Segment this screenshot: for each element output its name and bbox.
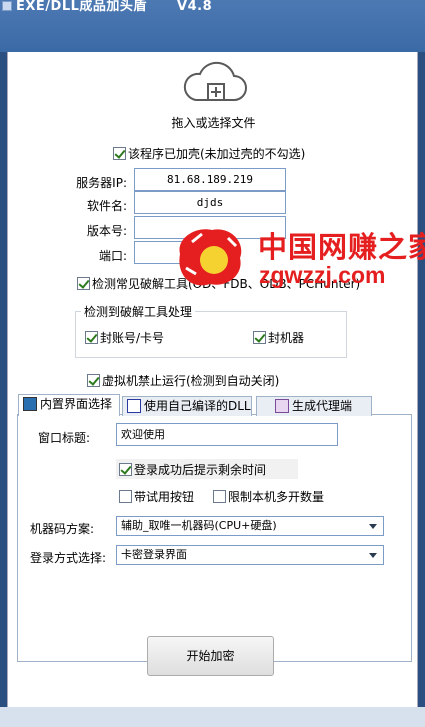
tab-panel: 窗口标题: 欢迎使用 登录成功后提示剩余时间 带试用按钮 限制本机多开数量 机器… bbox=[17, 414, 412, 662]
crack-handling-group-title: 检测到破解工具处理 bbox=[81, 303, 196, 320]
proxy-icon bbox=[275, 399, 289, 413]
machine-code-value: 辅助_取唯一机器码(CPU+硬盘) bbox=[121, 519, 277, 532]
server-ip-input[interactable]: 81.68.189.219 bbox=[134, 168, 286, 191]
limit-multi-label: 限制本机多开数量 bbox=[228, 490, 325, 504]
tab-own-dll[interactable]: 使用自己编译的DLL bbox=[122, 396, 252, 416]
remain-time-checkbox[interactable]: 登录成功后提示剩余时间 bbox=[116, 459, 298, 479]
drop-zone-label[interactable]: 拖入或选择文件 bbox=[8, 114, 419, 131]
software-name-input[interactable]: djds bbox=[134, 191, 286, 214]
ban-account-label: 封账号/卡号 bbox=[100, 331, 165, 345]
watermark-line1: 中国网赚之家 bbox=[258, 230, 425, 264]
app-icon bbox=[2, 1, 12, 11]
machine-code-label: 机器码方案: bbox=[30, 522, 95, 536]
window-bottom-border bbox=[0, 707, 425, 727]
login-mode-label: 登录方式选择: bbox=[30, 551, 107, 565]
port-label: 端口: bbox=[98, 249, 127, 263]
remain-time-checkbox-box[interactable] bbox=[119, 463, 132, 476]
chevron-down-icon[interactable] bbox=[369, 524, 377, 529]
packed-checkbox-label: 该程序已加壳(未加过壳的不勾选) bbox=[128, 147, 306, 161]
tab-own-dll-label: 使用自己编译的DLL bbox=[144, 399, 251, 413]
app-window: EXE/DLL成品加头盾 V4.8 拖入或选择文件 该程序已加壳(未加过壳的不勾… bbox=[0, 0, 425, 727]
trial-button-checkbox-box[interactable] bbox=[119, 490, 132, 503]
packed-checkbox-box[interactable] bbox=[113, 147, 126, 160]
vm-block-label: 虚拟机禁止运行(检测到自动关闭) bbox=[102, 374, 280, 388]
packed-checkbox[interactable]: 该程序已加壳(未加过壳的不勾选) bbox=[113, 145, 305, 162]
window-title-label: 窗口标题: bbox=[38, 431, 91, 445]
watermark-logo-icon bbox=[179, 229, 242, 286]
title-bar[interactable]: EXE/DLL成品加头盾 V4.8 bbox=[0, 0, 425, 52]
login-mode-value: 卡密登录界面 bbox=[121, 548, 187, 561]
ban-machine-label: 封机器 bbox=[268, 331, 305, 345]
tab-proxy[interactable]: 生成代理端 bbox=[256, 396, 372, 416]
limit-multi-checkbox-box[interactable] bbox=[213, 490, 226, 503]
builtin-ui-icon bbox=[23, 397, 37, 411]
vm-block-checkbox-box[interactable] bbox=[87, 374, 100, 387]
tab-proxy-label: 生成代理端 bbox=[292, 399, 353, 413]
ban-machine-checkbox-box[interactable] bbox=[253, 331, 266, 344]
remain-time-label: 登录成功后提示剩余时间 bbox=[134, 463, 267, 477]
ban-machine-checkbox[interactable]: 封机器 bbox=[253, 329, 304, 346]
dll-icon bbox=[127, 399, 141, 413]
trial-button-checkbox[interactable]: 带试用按钮 bbox=[119, 488, 194, 505]
machine-code-select[interactable]: 辅助_取唯一机器码(CPU+硬盘) bbox=[116, 516, 384, 536]
software-name-label: 软件名: bbox=[86, 199, 127, 213]
tab-builtin-ui[interactable]: 内置界面选择 bbox=[18, 394, 120, 416]
ban-account-checkbox[interactable]: 封账号/卡号 bbox=[85, 329, 164, 346]
ban-account-checkbox-box[interactable] bbox=[85, 331, 98, 344]
tab-builtin-ui-label: 内置界面选择 bbox=[40, 397, 113, 411]
limit-multi-checkbox[interactable]: 限制本机多开数量 bbox=[213, 488, 324, 505]
trial-button-label: 带试用按钮 bbox=[134, 490, 195, 504]
chevron-down-icon[interactable] bbox=[369, 553, 377, 558]
watermark-line2: zgwzzj.com bbox=[259, 262, 386, 288]
cloud-upload-icon[interactable] bbox=[180, 58, 248, 108]
vm-block-checkbox[interactable]: 虚拟机禁止运行(检测到自动关闭) bbox=[87, 372, 279, 389]
crack-detect-checkbox-box[interactable] bbox=[77, 277, 90, 290]
window-title-input[interactable]: 欢迎使用 bbox=[116, 423, 338, 446]
version-label: 版本号: bbox=[86, 224, 127, 238]
start-encrypt-button[interactable]: 开始加密 bbox=[147, 636, 274, 676]
login-mode-select[interactable]: 卡密登录界面 bbox=[116, 545, 384, 565]
window-title: EXE/DLL成品加头盾 V4.8 bbox=[16, 0, 213, 14]
server-ip-label: 服务器IP: bbox=[76, 176, 127, 190]
client-area: 拖入或选择文件 该程序已加壳(未加过壳的不勾选) 服务器IP: 81.68.18… bbox=[7, 52, 418, 707]
